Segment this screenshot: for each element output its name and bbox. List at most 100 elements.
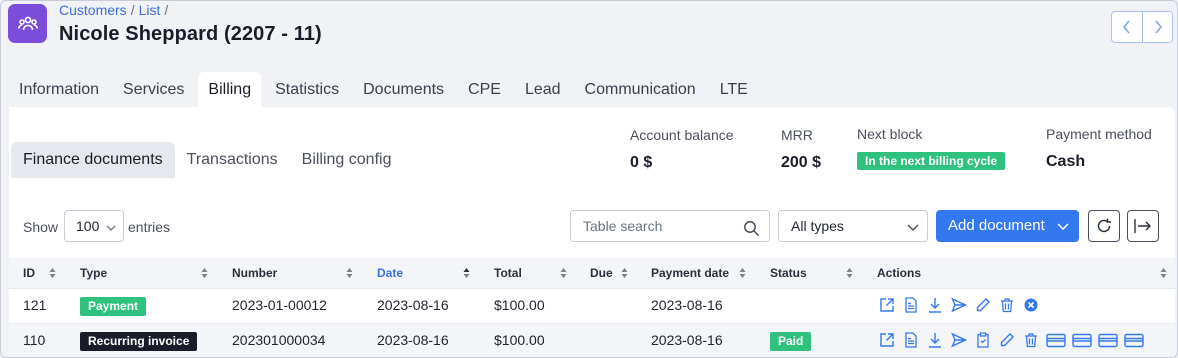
table-search-placeholder: Table search [583, 218, 663, 234]
table-row[interactable]: 110 Recurring invoice 202301000034 2023-… [9, 323, 1175, 357]
tab-statistics[interactable]: Statistics [265, 72, 349, 108]
row-id: 121 [23, 297, 47, 313]
sort-icon [49, 268, 56, 278]
customer-tabs: Information Services Billing Statistics … [9, 72, 762, 108]
entries-label: entries [128, 219, 171, 235]
tab-billing[interactable]: Billing [198, 72, 262, 108]
search-icon[interactable] [743, 217, 760, 247]
page-title: Nicole Sheppard (2207 - 11) [59, 23, 322, 45]
sort-icon [463, 268, 470, 278]
card-icon[interactable] [1072, 331, 1092, 349]
status-badge: Paid [770, 332, 812, 351]
sort-icon [560, 268, 567, 278]
row-id: 110 [23, 332, 46, 348]
open-icon[interactable] [878, 331, 896, 349]
edit-icon[interactable] [974, 296, 992, 314]
table-header: ID Type Number Date Total Due Payment da… [9, 258, 1175, 288]
column-type[interactable]: Type [80, 258, 107, 288]
download-icon[interactable] [926, 331, 944, 349]
type-badge: Payment [80, 297, 147, 316]
customers-app-icon [8, 4, 47, 43]
tab-lead[interactable]: Lead [515, 72, 571, 108]
delete-icon[interactable] [1022, 331, 1040, 349]
previous-record-button[interactable] [1112, 12, 1142, 42]
row-payment-date: 2023-08-16 [651, 332, 723, 348]
next-block-badge: In the next billing cycle [857, 152, 1006, 170]
entries-value: 100 [76, 218, 100, 234]
next-block-label: Next block [857, 126, 923, 142]
export-button[interactable] [1127, 210, 1159, 242]
row-type: Recurring invoice [80, 324, 198, 357]
mrr-value: 200 $ [781, 154, 822, 171]
mrr-label: MRR [781, 127, 813, 143]
clipboard-icon[interactable] [974, 331, 992, 349]
tab-communication[interactable]: Communication [575, 72, 706, 108]
row-number[interactable]: 2023-01-00012 [232, 289, 327, 322]
row-total: $100.00 [494, 332, 545, 348]
billing-sub-tabs: Finance documents Transactions Billing c… [11, 142, 403, 178]
tab-services[interactable]: Services [113, 72, 194, 108]
row-actions [878, 331, 1144, 349]
send-icon[interactable] [950, 296, 968, 314]
edit-icon[interactable] [998, 331, 1016, 349]
row-status: Paid [770, 324, 812, 357]
pdf-icon[interactable] [902, 296, 920, 314]
row-date: 2023-08-16 [377, 332, 449, 348]
chevron-down-icon [1057, 210, 1069, 242]
open-icon[interactable] [878, 296, 896, 314]
chevron-right-icon [1154, 20, 1162, 34]
card-icon[interactable] [1098, 331, 1118, 349]
chevron-down-icon [907, 211, 919, 241]
tab-finance-documents[interactable]: Finance documents [11, 142, 175, 178]
row-payment-date: 2023-08-16 [651, 297, 723, 313]
row-total: $100.00 [494, 297, 545, 313]
refresh-icon [1097, 218, 1111, 233]
add-document-button[interactable]: Add document [936, 210, 1079, 242]
tab-lte[interactable]: LTE [710, 72, 758, 108]
customer-billing-window: Customers / List / Nicole Sheppard (2207 - … [0, 0, 1178, 358]
column-date[interactable]: Date [377, 258, 403, 288]
tab-information[interactable]: Information [9, 72, 109, 108]
download-icon[interactable] [926, 296, 944, 314]
document-type-select[interactable]: All types [778, 210, 928, 242]
column-due[interactable]: Due [590, 258, 613, 288]
tab-cpe[interactable]: CPE [458, 72, 511, 108]
document-type-value: All types [791, 218, 844, 234]
sort-icon [346, 268, 353, 278]
tab-billing-config[interactable]: Billing config [290, 142, 404, 178]
card-icon[interactable] [1046, 331, 1066, 349]
cancel-icon[interactable] [1022, 296, 1040, 314]
refresh-button[interactable] [1088, 210, 1120, 242]
table-row[interactable]: 121 Payment 2023-01-00012 2023-08-16 $10… [9, 288, 1175, 322]
account-balance-value: 0 $ [630, 154, 653, 171]
delete-icon[interactable] [998, 296, 1016, 314]
pdf-icon[interactable] [902, 331, 920, 349]
card-icon[interactable] [1124, 331, 1144, 349]
column-number[interactable]: Number [232, 258, 277, 288]
row-number[interactable]: 202301000034 [232, 324, 325, 357]
sort-icon [846, 268, 853, 278]
tab-transactions[interactable]: Transactions [175, 142, 290, 178]
entries-select[interactable]: 100 [64, 210, 124, 242]
send-icon[interactable] [950, 331, 968, 349]
next-record-button[interactable] [1142, 12, 1172, 42]
chevron-down-icon [106, 211, 116, 241]
column-payment-date[interactable]: Payment date [651, 258, 729, 288]
payment-method-label: Payment method [1046, 126, 1152, 142]
row-actions [878, 296, 1040, 314]
payment-method-value: Cash [1046, 153, 1086, 170]
type-badge: Recurring invoice [80, 332, 198, 351]
sort-icon [1160, 268, 1167, 278]
column-total[interactable]: Total [494, 258, 522, 288]
table-search-input[interactable]: Table search [570, 210, 770, 242]
breadcrumb: Customers / List / [59, 2, 169, 18]
column-status[interactable]: Status [770, 258, 807, 288]
column-id[interactable]: ID [23, 258, 35, 288]
breadcrumb-customers[interactable]: Customers [59, 2, 127, 18]
column-actions[interactable]: Actions [877, 258, 921, 288]
show-label: Show [23, 219, 59, 235]
tab-documents[interactable]: Documents [353, 72, 454, 108]
row-type: Payment [80, 289, 147, 322]
breadcrumb-list[interactable]: List [139, 2, 161, 18]
account-balance-label: Account balance [630, 127, 734, 143]
